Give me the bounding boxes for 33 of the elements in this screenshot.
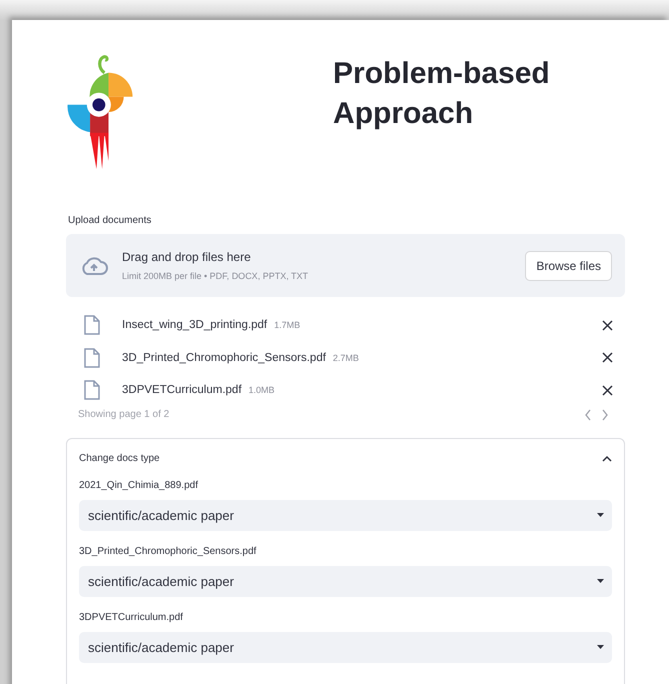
chevron-right-icon[interactable] [601, 408, 609, 420]
cloud-upload-icon [80, 256, 108, 276]
page-title: Problem-based Approach [333, 56, 551, 132]
file-name: Insect_wing_3D_printing.pdf [122, 319, 268, 332]
file-size: 1.7MB [274, 320, 300, 330]
upload-label: Upload documents [68, 215, 152, 226]
chevron-up-icon[interactable] [602, 455, 612, 462]
file-drop-zone[interactable]: Drag and drop files here Limit 200MB per file • PDF, DOCX, PPTX, TXT Browse files [66, 234, 625, 297]
caret-icon [597, 579, 604, 583]
file-icon [84, 348, 100, 368]
close-icon[interactable] [602, 320, 613, 331]
browse-files-button[interactable]: Browse files [525, 250, 612, 280]
expander-title[interactable]: Change docs type [79, 453, 160, 464]
type-select[interactable]: scientific/academic paper [79, 566, 612, 596]
select-label: 3DPVETCurriculum.pdf [79, 612, 183, 622]
close-icon[interactable] [602, 352, 613, 364]
file-icon [84, 315, 100, 336]
file-name: 3D_Printed_Chromophoric_Sensors.pdf [122, 352, 326, 364]
drop-text: Drag and drop files here [122, 250, 251, 264]
chevron-left-icon[interactable] [584, 408, 592, 420]
close-icon[interactable] [602, 384, 613, 396]
caret-icon [597, 645, 604, 649]
caret-icon [597, 513, 604, 517]
pagination-text: Showing page 1 of 2 [78, 409, 170, 420]
limit-text: Limit 200MB per file • PDF, DOCX, PPTX, TXT [122, 271, 308, 281]
file-name: 3DPVETCurriculum.pdf [122, 384, 242, 396]
type-select[interactable]: scientific/academic paper [79, 500, 612, 530]
select-label: 3D_Printed_Chromophoric_Sensors.pdf [79, 546, 256, 556]
type-select[interactable]: scientific/academic paper [79, 632, 612, 662]
file-icon [84, 380, 100, 400]
select-label: 2021_Qin_Chimia_889.pdf [79, 480, 198, 490]
file-size: 1.0MB [248, 385, 275, 396]
file-size: 2.7MB [332, 352, 359, 363]
